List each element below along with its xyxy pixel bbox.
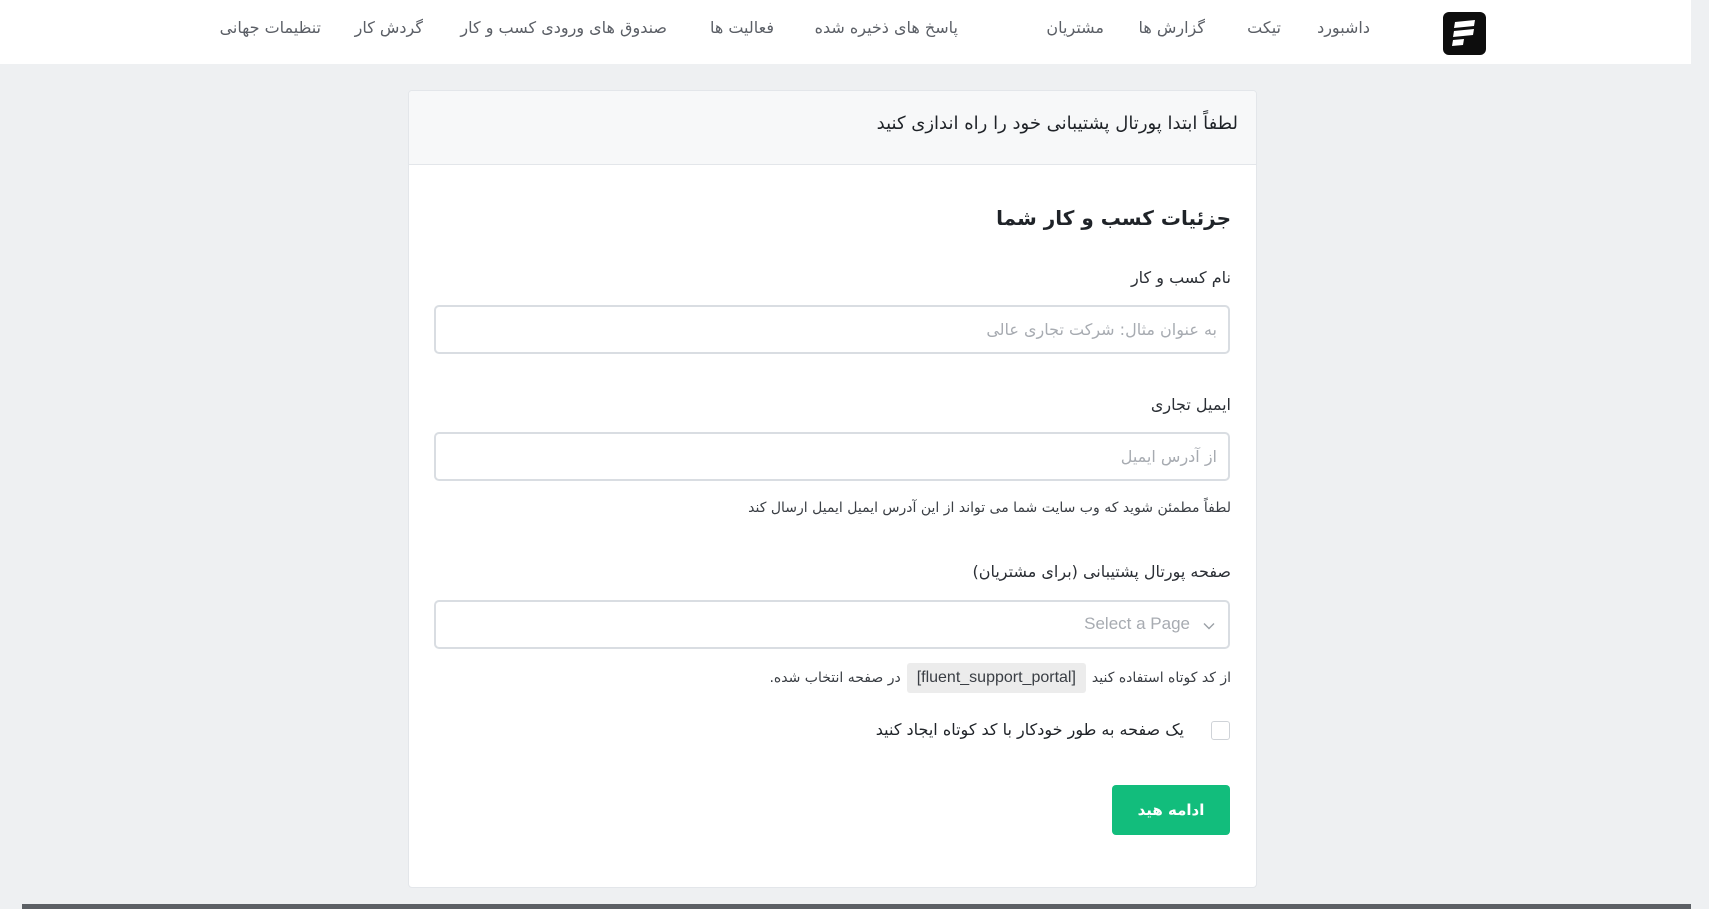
nav-item-business-inboxes[interactable]: صندوق های ورودی کسب و کار xyxy=(460,18,667,37)
business-email-help: لطفاً مطمئن شوید که وب سایت شما می تواند… xyxy=(748,500,1231,516)
continue-button[interactable]: ادامه هید xyxy=(1112,785,1230,835)
portal-page-select[interactable]: Select a Page xyxy=(434,600,1230,649)
fluent-support-logo-icon[interactable] xyxy=(1443,12,1486,55)
auto-create-page-checkbox[interactable] xyxy=(1211,721,1230,740)
shortcode-help-after: در صفحه انتخاب شده. xyxy=(769,670,901,686)
nav-item-global-settings[interactable]: تنظیمات جهانی xyxy=(220,18,321,37)
auto-create-page-label[interactable]: یک صفحه به طور خودکار با کد کوتاه ایجاد … xyxy=(876,720,1184,739)
portal-page-select-placeholder: Select a Page xyxy=(1084,614,1190,633)
shortcode-help-before: از کد کوتاه استفاده کنید xyxy=(1091,670,1231,686)
nav-item-saved-replies[interactable]: پاسخ های ذخیره شده xyxy=(815,18,958,37)
nav-item-customers[interactable]: مشتریان xyxy=(1046,18,1104,37)
business-name-input[interactable] xyxy=(434,305,1230,354)
nav-item-tickets[interactable]: تیکت xyxy=(1247,18,1281,37)
chevron-down-icon xyxy=(1202,618,1216,637)
portal-page-label: صفحه پورتال پشتیبانی (برای مشتریان) xyxy=(972,562,1231,581)
top-navigation-bar: داشبورد تیکت گزارش ها مشتریان پاسخ های ذ… xyxy=(0,0,1691,64)
setup-portal-card: لطفاً ابتدا پورتال پشتیبانی خود را راه ا… xyxy=(408,90,1257,888)
business-email-input[interactable] xyxy=(434,432,1230,481)
business-name-label: نام کسب و کار xyxy=(1130,268,1231,287)
nav-item-reports[interactable]: گزارش ها xyxy=(1138,18,1205,37)
nav-item-activities[interactable]: فعالیت ها xyxy=(710,18,774,37)
section-title: جزئیات کسب و کار شما xyxy=(996,206,1231,230)
shortcode-help: از کد کوتاه استفاده کنید [fluent_support… xyxy=(769,662,1231,694)
card-header: لطفاً ابتدا پورتال پشتیبانی خود را راه ا… xyxy=(409,91,1256,165)
shortcode-chip: [fluent_support_portal] xyxy=(906,663,1086,693)
horizontal-scrollbar[interactable] xyxy=(22,904,1691,909)
card-title: لطفاً ابتدا پورتال پشتیبانی خود را راه ا… xyxy=(876,113,1238,134)
nav-item-dashboard[interactable]: داشبورد xyxy=(1317,18,1370,37)
business-email-label: ایمیل تجاری xyxy=(1150,395,1231,414)
nav-item-workflows[interactable]: گردش کار xyxy=(355,18,423,37)
